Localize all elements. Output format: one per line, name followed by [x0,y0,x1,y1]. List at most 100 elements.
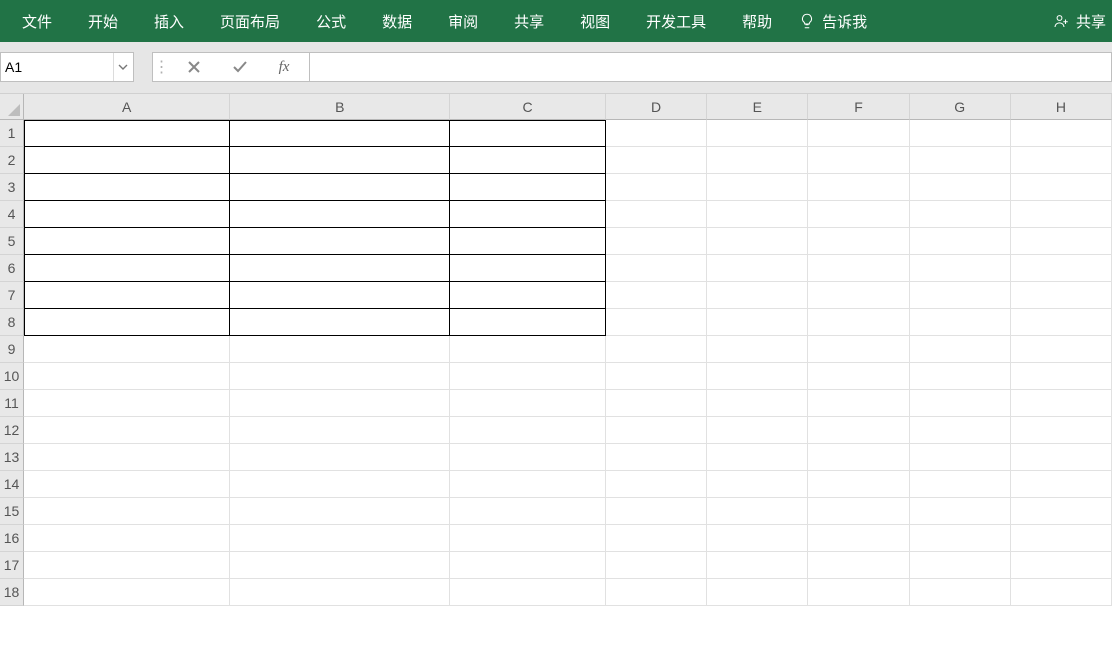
cell-H12[interactable] [1011,417,1112,444]
cell-G15[interactable] [910,498,1011,525]
name-box[interactable] [0,52,134,82]
cell-C16[interactable] [450,525,606,552]
cell-B14[interactable] [230,471,450,498]
cell-D10[interactable] [606,363,707,390]
cell-H17[interactable] [1011,552,1112,579]
cell-G6[interactable] [910,255,1011,282]
cell-B7[interactable] [230,282,450,309]
menu-review[interactable]: 审阅 [430,0,496,42]
cell-C7[interactable] [450,282,606,309]
menu-formulas[interactable]: 公式 [298,0,364,42]
cell-G18[interactable] [910,579,1011,606]
cell-D13[interactable] [606,444,707,471]
cell-B5[interactable] [230,228,450,255]
cell-F7[interactable] [808,282,909,309]
cell-E3[interactable] [707,174,808,201]
menu-help[interactable]: 帮助 [724,0,790,42]
row-header[interactable]: 14 [0,471,24,498]
row-header[interactable]: 16 [0,525,24,552]
name-box-dropdown[interactable] [113,53,133,81]
cell-A2[interactable] [24,147,230,174]
cell-D1[interactable] [606,120,707,147]
cell-F11[interactable] [808,390,909,417]
cell-A12[interactable] [24,417,230,444]
cell-E8[interactable] [707,309,808,336]
cell-C13[interactable] [450,444,606,471]
cell-A6[interactable] [24,255,230,282]
cell-D14[interactable] [606,471,707,498]
tell-me-search[interactable]: 告诉我 [790,11,879,32]
cell-A15[interactable] [24,498,230,525]
cell-H18[interactable] [1011,579,1112,606]
cell-D3[interactable] [606,174,707,201]
cell-C14[interactable] [450,471,606,498]
cell-F10[interactable] [808,363,909,390]
cell-A9[interactable] [24,336,230,363]
cell-D9[interactable] [606,336,707,363]
cell-A3[interactable] [24,174,230,201]
cell-E17[interactable] [707,552,808,579]
menu-share-tab[interactable]: 共享 [496,0,562,42]
cell-B2[interactable] [230,147,450,174]
cell-H11[interactable] [1011,390,1112,417]
cell-E15[interactable] [707,498,808,525]
cell-E18[interactable] [707,579,808,606]
cell-E16[interactable] [707,525,808,552]
row-header[interactable]: 3 [0,174,24,201]
cell-F8[interactable] [808,309,909,336]
cell-E14[interactable] [707,471,808,498]
select-all-corner[interactable] [0,94,24,120]
cell-E9[interactable] [707,336,808,363]
cell-A8[interactable] [24,309,230,336]
row-header[interactable]: 5 [0,228,24,255]
cell-C11[interactable] [450,390,606,417]
cell-E13[interactable] [707,444,808,471]
cell-A18[interactable] [24,579,230,606]
cell-F9[interactable] [808,336,909,363]
cell-B4[interactable] [230,201,450,228]
cell-H7[interactable] [1011,282,1112,309]
cell-D18[interactable] [606,579,707,606]
cell-H16[interactable] [1011,525,1112,552]
cell-D15[interactable] [606,498,707,525]
cancel-entry-button[interactable] [171,53,217,81]
cell-B10[interactable] [230,363,450,390]
cell-A5[interactable] [24,228,230,255]
cell-C9[interactable] [450,336,606,363]
row-header[interactable]: 8 [0,309,24,336]
cell-G4[interactable] [910,201,1011,228]
cell-H1[interactable] [1011,120,1112,147]
cell-G9[interactable] [910,336,1011,363]
cell-B9[interactable] [230,336,450,363]
cell-G12[interactable] [910,417,1011,444]
cell-G2[interactable] [910,147,1011,174]
row-header[interactable]: 18 [0,579,24,606]
row-header[interactable]: 15 [0,498,24,525]
cell-A10[interactable] [24,363,230,390]
row-header[interactable]: 10 [0,363,24,390]
cell-A7[interactable] [24,282,230,309]
formula-input[interactable] [310,52,1112,82]
cell-C2[interactable] [450,147,606,174]
row-header[interactable]: 6 [0,255,24,282]
cell-B8[interactable] [230,309,450,336]
cell-D4[interactable] [606,201,707,228]
row-header[interactable]: 7 [0,282,24,309]
cell-B13[interactable] [230,444,450,471]
cell-C4[interactable] [450,201,606,228]
cell-A17[interactable] [24,552,230,579]
cell-B3[interactable] [230,174,450,201]
column-header[interactable]: H [1011,94,1112,120]
cell-D8[interactable] [606,309,707,336]
menu-dev-tools[interactable]: 开发工具 [628,0,724,42]
cell-C18[interactable] [450,579,606,606]
cell-H13[interactable] [1011,444,1112,471]
cell-E4[interactable] [707,201,808,228]
cell-D2[interactable] [606,147,707,174]
cell-C6[interactable] [450,255,606,282]
cell-E11[interactable] [707,390,808,417]
cell-F12[interactable] [808,417,909,444]
cell-G13[interactable] [910,444,1011,471]
cell-H8[interactable] [1011,309,1112,336]
cell-G1[interactable] [910,120,1011,147]
